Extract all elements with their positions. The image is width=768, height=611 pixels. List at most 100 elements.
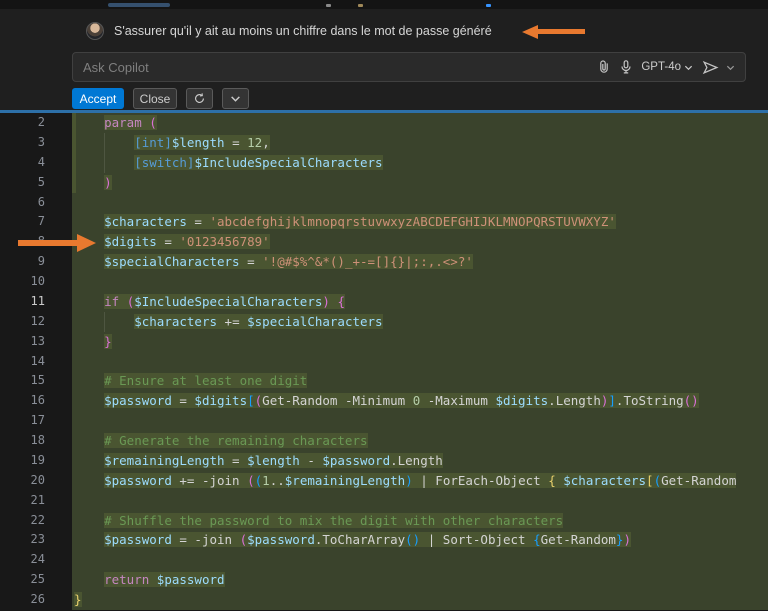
code-line[interactable]: 15 # Ensure at least one digit [0, 371, 768, 391]
code-text: ) [104, 175, 112, 190]
user-avatar [86, 22, 104, 40]
code-line-content[interactable]: $specialCharacters = '!@#$%^&*()_+-=[]{}… [72, 252, 768, 272]
code-line[interactable]: 14 [0, 352, 768, 372]
code-line-content[interactable] [72, 193, 768, 213]
code-line-content[interactable] [72, 550, 768, 570]
code-line[interactable]: 17 [0, 411, 768, 431]
code-line-content[interactable]: # Ensure at least one digit [72, 371, 768, 391]
code-line[interactable]: 11 if ($IncludeSpecialCharacters) { [0, 292, 768, 312]
code-line-content[interactable]: $characters = 'abcdefghijklmnopqrstuvwxy… [72, 212, 768, 232]
code-line[interactable]: 19 $remainingLength = $length - $passwor… [0, 451, 768, 471]
line-number: 9 [0, 252, 72, 272]
code-line[interactable]: 20 $password += -join ((1..$remainingLen… [0, 471, 768, 491]
line-number: 15 [0, 371, 72, 391]
line-number: 5 [0, 173, 72, 193]
copilot-input[interactable] [83, 60, 593, 75]
line-number: 20 [0, 471, 72, 491]
code-line-content[interactable]: $password = -join ($password.ToCharArray… [72, 530, 768, 550]
code-text: $characters += $specialCharacters [134, 314, 382, 329]
code-line[interactable]: 4 [switch]$IncludeSpecialCharacters [0, 153, 768, 173]
code-text: [int]$length = 12, [134, 135, 270, 150]
model-label: GPT-4o [641, 61, 681, 73]
code-line-content[interactable]: } [72, 332, 768, 352]
code-text: $password += -join ((1..$remainingLength… [104, 473, 736, 488]
code-line-content[interactable]: $characters += $specialCharacters [72, 312, 768, 332]
chevron-down-icon [230, 93, 241, 104]
code-line-content[interactable] [72, 491, 768, 511]
code-line-content[interactable]: [switch]$IncludeSpecialCharacters [72, 153, 768, 173]
code-line-content[interactable]: param ( [72, 113, 768, 133]
line-number: 17 [0, 411, 72, 431]
code-line-content[interactable] [72, 272, 768, 292]
code-line[interactable]: 21 [0, 491, 768, 511]
code-line-content[interactable] [72, 352, 768, 372]
code-line[interactable]: 10 [0, 272, 768, 292]
vscode-window: S'assurer qu'il y ait au moins un chiffr… [0, 0, 768, 611]
code-line[interactable]: 13 } [0, 332, 768, 352]
line-number: 14 [0, 352, 72, 372]
code-line[interactable]: 18 # Generate the remaining characters [0, 431, 768, 451]
code-line[interactable]: 24 [0, 550, 768, 570]
code-line[interactable]: 3 [int]$length = 12, [0, 133, 768, 153]
digits-annotation-arrow-icon [18, 234, 96, 252]
refresh-icon [193, 92, 206, 105]
send-options-button[interactable] [723, 56, 737, 78]
code-line-content[interactable]: # Shuffle the password to mix the digit … [72, 511, 768, 531]
code-line[interactable]: 6 [0, 193, 768, 213]
code-line-content[interactable]: # Generate the remaining characters [72, 431, 768, 451]
code-line[interactable]: 16 $password = $digits[(Get-Random -Mini… [0, 391, 768, 411]
code-line-content[interactable]: [int]$length = 12, [72, 133, 768, 153]
code-line[interactable]: 8 $digits = '0123456789' [0, 232, 768, 252]
line-number: 13 [0, 332, 72, 352]
line-number: 2 [0, 113, 72, 133]
code-line[interactable]: 23 $password = -join ($password.ToCharAr… [0, 530, 768, 550]
code-text: $remainingLength = $length - $password.L… [104, 453, 443, 468]
chat-prompt-row: S'assurer qu'il y ait au moins un chiffr… [86, 20, 492, 42]
line-number: 10 [0, 272, 72, 292]
send-button[interactable] [699, 56, 721, 78]
copilot-input-box[interactable]: GPT-4o [72, 52, 746, 82]
code-line-content[interactable]: $password += -join ((1..$remainingLength… [72, 471, 768, 491]
tab-bar-icon [358, 4, 363, 7]
code-line[interactable]: 9 $specialCharacters = '!@#$%^&*()_+-=[]… [0, 252, 768, 272]
code-line-content[interactable] [72, 411, 768, 431]
paperclip-icon [596, 59, 612, 75]
editor-tab-bar [0, 0, 768, 9]
rerun-button[interactable] [186, 88, 213, 109]
line-number: 19 [0, 451, 72, 471]
code-line[interactable]: 2 param ( [0, 113, 768, 133]
line-number: 7 [0, 212, 72, 232]
code-text: $password = -join ($password.ToCharArray… [104, 532, 631, 547]
code-line[interactable]: 25 return $password [0, 570, 768, 590]
line-number: 26 [0, 590, 72, 610]
code-line[interactable]: 12 $characters += $specialCharacters [0, 312, 768, 332]
code-line-content[interactable]: } [72, 590, 768, 610]
code-line-content[interactable]: $remainingLength = $length - $password.L… [72, 451, 768, 471]
line-number: 21 [0, 491, 72, 511]
code-line[interactable]: 7 $characters = 'abcdefghijklmnopqrstuvw… [0, 212, 768, 232]
inserted-range-strip [72, 113, 76, 133]
code-editor[interactable]: 2 param (3 [int]$length = 12,4 [switch]$… [0, 113, 768, 611]
close-button[interactable]: Close [133, 88, 177, 109]
model-picker[interactable]: GPT-4o [641, 61, 693, 73]
code-line-content[interactable]: return $password [72, 570, 768, 590]
more-options-button[interactable] [222, 88, 249, 109]
code-line-content[interactable]: ) [72, 173, 768, 193]
inserted-range-strip [72, 153, 76, 173]
code-line[interactable]: 5 ) [0, 173, 768, 193]
line-number: 24 [0, 550, 72, 570]
code-text: $specialCharacters = '!@#$%^&*()_+-=[]{}… [104, 254, 473, 269]
code-line-content[interactable]: if ($IncludeSpecialCharacters) { [72, 292, 768, 312]
code-line[interactable]: 26} [0, 590, 768, 610]
code-line-content[interactable]: $password = $digits[(Get-Random -Minimum… [72, 391, 768, 411]
line-number: 18 [0, 431, 72, 451]
accept-button[interactable]: Accept [72, 88, 124, 109]
code-line-content[interactable]: $digits = '0123456789' [72, 232, 768, 252]
chat-actions-row: Accept Close [72, 88, 249, 109]
code-line[interactable]: 22 # Shuffle the password to mix the dig… [0, 511, 768, 531]
mic-button[interactable] [615, 56, 637, 78]
send-icon [702, 59, 719, 76]
attach-button[interactable] [593, 56, 615, 78]
line-number: 12 [0, 312, 72, 332]
code-text: $digits = '0123456789' [104, 234, 270, 249]
